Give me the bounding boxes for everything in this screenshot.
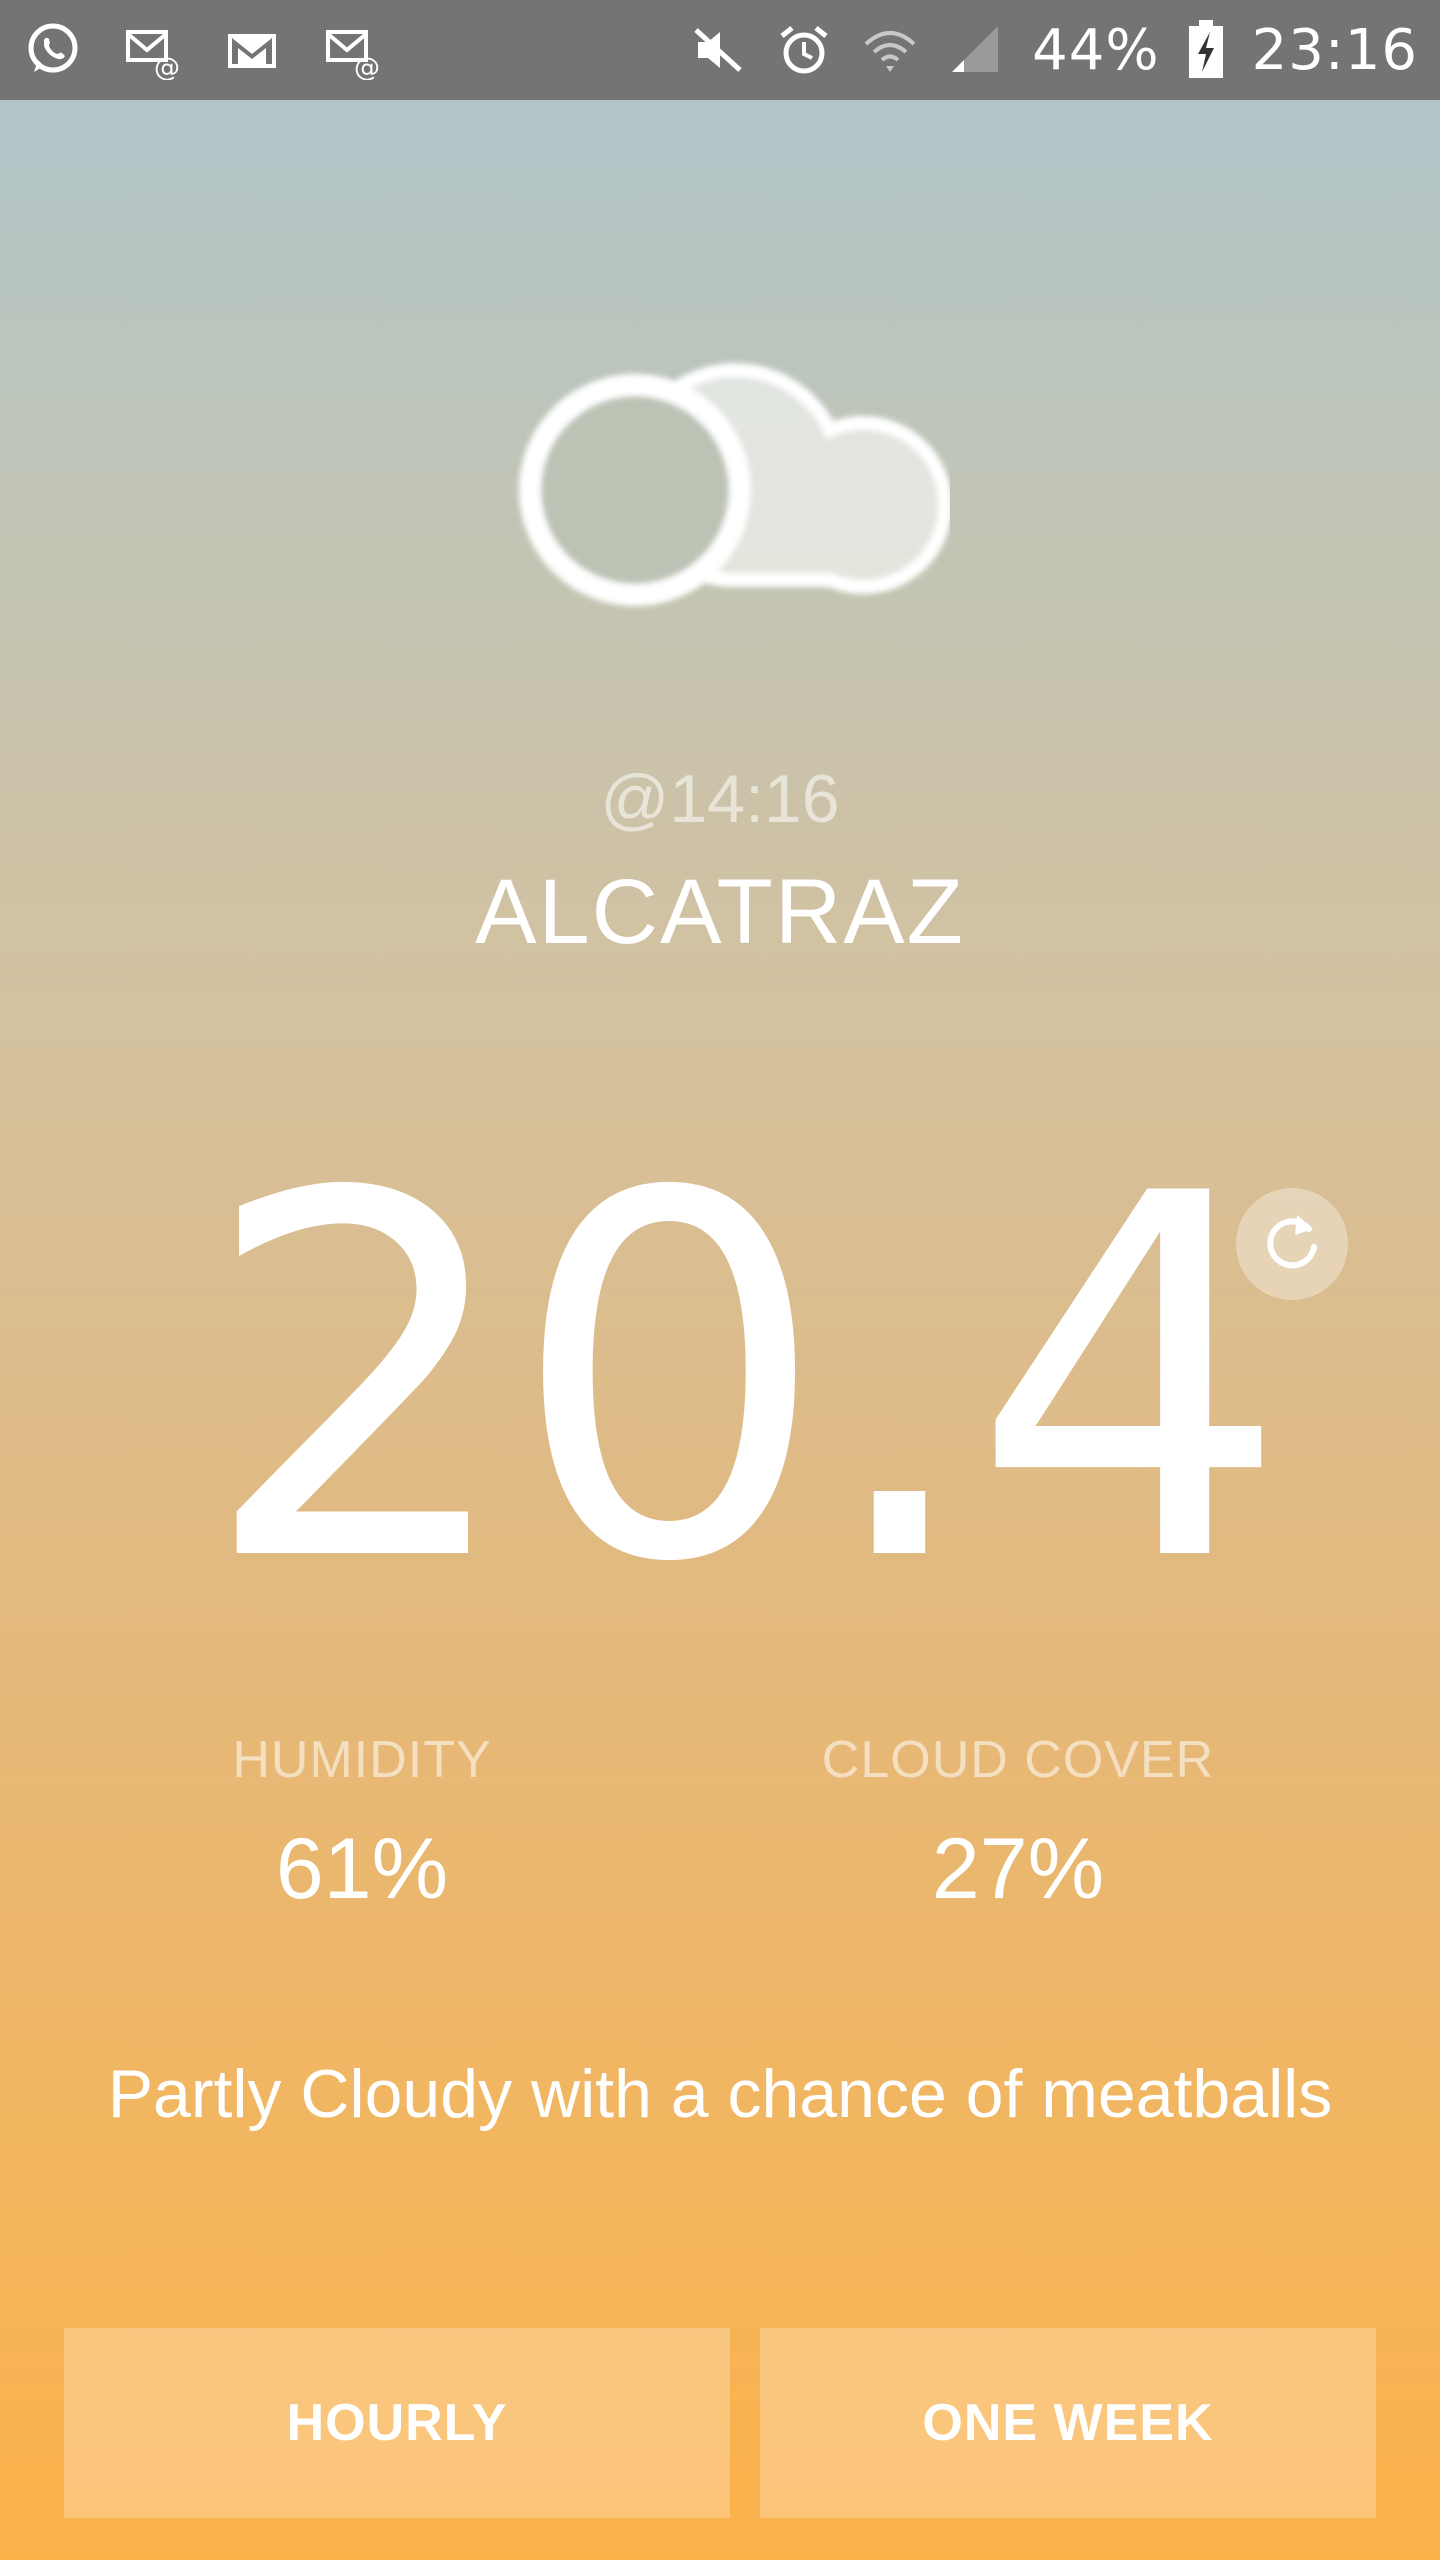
svg-text:@: @: [154, 53, 180, 80]
notification-icons: @ @: [0, 20, 382, 80]
one-week-button[interactable]: ONE WEEK: [760, 2328, 1376, 2518]
svg-text:@: @: [354, 53, 380, 80]
status-time: 23:16: [1251, 17, 1418, 83]
hourly-button[interactable]: HOURLY: [64, 2328, 730, 2518]
refresh-icon: [1257, 1207, 1327, 1282]
partly-cloudy-icon: [500, 340, 953, 640]
mute-icon: [688, 20, 748, 80]
humidity-value: 61%: [275, 1821, 449, 1917]
wifi-icon: [860, 20, 920, 80]
humidity-label: HUMIDITY: [232, 1731, 492, 1789]
battery-percentage: 44%: [1032, 17, 1160, 83]
signal-icon: [946, 20, 1006, 80]
cloud-cover-value: 27%: [931, 1821, 1105, 1917]
updated-time: @14:16: [600, 761, 840, 837]
status-bar: @ @ 44% 23:16: [0, 0, 1440, 100]
alarm-icon: [774, 20, 834, 80]
temperature-value: 20.4: [200, 1089, 1289, 1671]
weather-summary: Partly Cloudy with a chance of meatballs: [107, 2056, 1333, 2132]
location-name: ALCATRAZ: [475, 861, 965, 963]
battery-charging-icon: [1186, 18, 1226, 82]
refresh-button[interactable]: [1236, 1188, 1348, 1300]
humidity-stat: HUMIDITY 61%: [62, 1730, 662, 1919]
email-icon: @: [122, 20, 182, 80]
cloud-cover-label: CLOUD COVER: [821, 1731, 1215, 1789]
gmail-icon: [222, 20, 282, 80]
email-icon: @: [322, 20, 382, 80]
cloud-cover-stat: CLOUD COVER 27%: [718, 1730, 1318, 1919]
system-icons: 44% 23:16: [688, 18, 1440, 83]
whatsapp-icon: [22, 20, 82, 80]
